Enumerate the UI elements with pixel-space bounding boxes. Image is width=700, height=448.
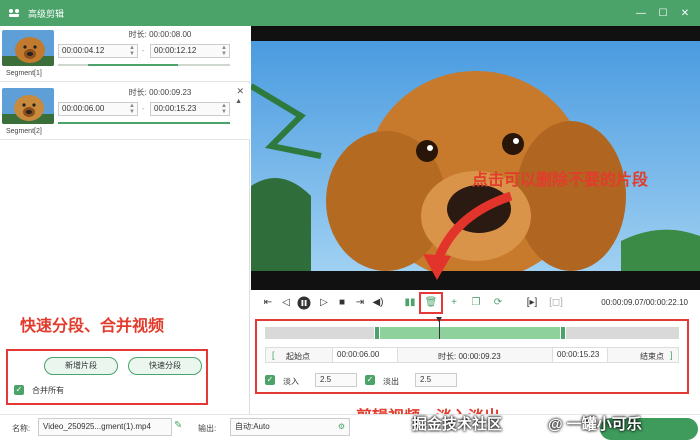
fade-in-checkbox[interactable]: ✓ [265, 375, 275, 385]
segment-progress-bar [58, 122, 230, 124]
end-time-value: 00:00:15.23 [557, 350, 600, 359]
spinner-icon[interactable]: ▲ ▼ [129, 45, 135, 57]
segment-item[interactable]: Segment[2] 时长: 00:00:09.23 00:00:06.00 ▲… [0, 84, 250, 140]
add-icon[interactable]: + [447, 296, 461, 310]
range-dash: - [142, 46, 145, 55]
pause-icon[interactable] [297, 296, 311, 310]
spinner-icon[interactable]: ▲ ▼ [129, 103, 135, 115]
segment-item[interactable]: Segment[1] 时长: 00:00:08.00 00:00:04.12 ▲… [0, 26, 250, 82]
spinner-icon[interactable]: ▲ ▼ [221, 103, 227, 115]
name-label: 名称: [12, 424, 31, 433]
segment-start-time[interactable]: 00:00:04.12 ▲ ▼ [58, 44, 138, 58]
name-field[interactable]: Video_250925...gment(1).mp4 [38, 418, 172, 436]
output-select[interactable]: 自动:Auto ⚙ [230, 418, 350, 436]
edit-icon[interactable]: ✎ [174, 420, 182, 431]
fade-out-value: 2.5 [420, 375, 432, 384]
start-time-value: 00:00:06.00 [337, 350, 380, 359]
video-preview[interactable] [251, 26, 700, 290]
prev-frame-icon[interactable]: ◁ [279, 296, 293, 310]
crop-icon[interactable]: [◻] [549, 296, 563, 310]
quick-split-button[interactable]: 快速分段 [128, 357, 202, 375]
segment-thumbnail [2, 30, 54, 66]
trim-selection[interactable] [376, 327, 564, 339]
merge-all-checkbox[interactable]: ✓ [14, 385, 24, 395]
fade-row: ✓ 淡入 2.5 ✓ 淡出 2.5 [265, 373, 679, 389]
merge-all-label: 合并所有 [32, 386, 64, 395]
player-controls: ⇤ ◁ ▷ ■ ⇥ ◀) ▮▮ 🗑 + ❐ ⟳ [▸] [◻] 00:00:09… [251, 290, 700, 318]
playhead[interactable] [436, 317, 442, 339]
segment-duration: 时长: 00:00:09.23 [128, 88, 192, 97]
trim-timeline[interactable] [265, 317, 679, 340]
spinner-icon[interactable]: ▲ ▼ [221, 45, 227, 57]
video-frame-image [251, 26, 700, 290]
segment-start-time[interactable]: 00:00:06.00 ▲ ▼ [58, 102, 138, 116]
segment-duration: 时长: 00:00:08.00 [128, 30, 192, 39]
trim-editor-panel: [ 起始点 00:00:06.00 时长: 00:00:09.23 00:00:… [255, 317, 689, 394]
end-point-label[interactable]: 结束点 [640, 351, 664, 362]
copy-icon[interactable]: ❐ [469, 296, 483, 310]
start-point-label[interactable]: 起始点 [286, 351, 310, 362]
next-frame-icon[interactable]: ▷ [317, 296, 331, 310]
segment-start-value: 00:00:04.12 [62, 46, 105, 55]
segment-start-value: 00:00:06.00 [62, 104, 105, 113]
annotation-left: 快速分段、合并视频 [20, 318, 165, 335]
volume-icon[interactable]: ◀) [371, 296, 385, 310]
fade-out-checkbox[interactable]: ✓ [365, 375, 375, 385]
gear-icon[interactable]: ⚙ [338, 419, 345, 435]
add-segment-button[interactable]: 新增片段 [44, 357, 118, 375]
end-marker-icon[interactable]: ⇥ [353, 296, 367, 310]
split-icon[interactable]: ▮▮ [403, 296, 417, 310]
bracket-play-icon[interactable]: [▸] [525, 296, 539, 310]
duration-label: 时长: 00:00:09.23 [438, 352, 501, 361]
end-time-field[interactable]: 00:00:15.23 [552, 348, 608, 362]
end-bracket-icon[interactable]: ] [670, 350, 673, 360]
segment-end-value: 00:00:12.12 [154, 46, 197, 55]
stop-icon[interactable]: ■ [335, 296, 349, 310]
segment-end-value: 00:00:15.23 [154, 104, 197, 113]
output-value: 自动:Auto [235, 422, 270, 431]
segment-end-time[interactable]: 00:00:12.12 ▲ ▼ [150, 44, 230, 58]
chevron-up-icon[interactable]: ▲ [235, 98, 242, 105]
segment-end-time[interactable]: 00:00:15.23 ▲ ▼ [150, 102, 230, 116]
title-bar: 高级剪辑 — ☐ ✕ [0, 0, 700, 26]
fade-in-value: 2.5 [320, 375, 332, 384]
delete-highlight [419, 292, 443, 314]
start-time-field[interactable]: 00:00:06.00 [332, 348, 398, 362]
watermark-right: @ 一罐小可乐 [548, 416, 642, 433]
segment-thumbnail [2, 88, 54, 124]
output-label: 输出: [198, 424, 217, 433]
trim-handle-start[interactable] [373, 326, 380, 340]
watermark-left: 掘金技术社区 [412, 416, 503, 433]
name-value: Video_250925...gment(1).mp4 [43, 422, 151, 431]
refresh-icon[interactable]: ⟳ [491, 296, 505, 310]
minimize-icon[interactable]: — [630, 0, 652, 26]
trim-handle-end[interactable] [560, 326, 567, 340]
start-marker-icon[interactable]: ⇤ [261, 296, 275, 310]
fade-out-input[interactable]: 2.5 [415, 373, 457, 387]
segment-label: Segment[1] [6, 70, 42, 77]
start-bracket-icon[interactable]: [ [272, 350, 275, 360]
window-title: 高级剪辑 [28, 8, 65, 19]
range-dash: - [142, 104, 145, 113]
fade-in-label: 淡入 [283, 377, 299, 386]
maximize-icon[interactable]: ☐ [652, 0, 674, 26]
trim-time-row: [ 起始点 00:00:06.00 时长: 00:00:09.23 00:00:… [265, 347, 679, 363]
segment-progress-bar [58, 64, 230, 66]
fade-out-label: 淡出 [383, 377, 399, 386]
app-logo-icon [8, 7, 20, 19]
close-icon[interactable]: ✕ [674, 0, 696, 26]
segment-controls: 新增片段 快速分段 ✓ 合并所有 [6, 349, 208, 405]
time-display: 00:00:09.07/00:00:22.10 [601, 298, 688, 307]
fade-in-input[interactable]: 2.5 [315, 373, 357, 387]
annotation-video: 点击可以删除不要的片段 [472, 172, 649, 189]
close-icon[interactable]: ✕ [236, 86, 244, 97]
segment-label: Segment[2] [6, 128, 42, 135]
